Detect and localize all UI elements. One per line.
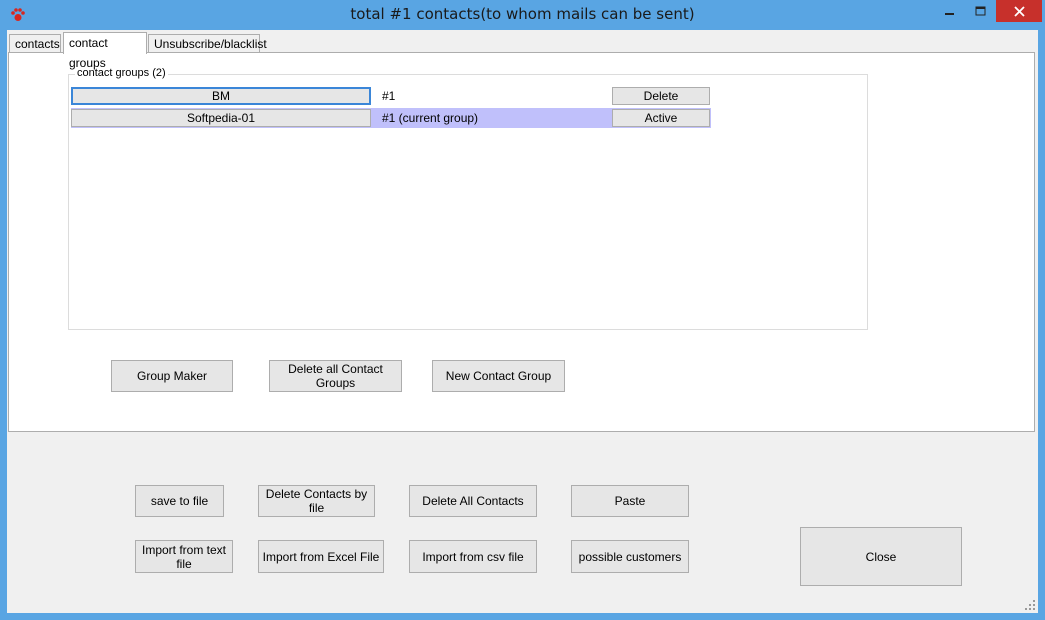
group-row: Softpedia-01 #1 (current group) Active	[71, 108, 711, 128]
contact-groups-panel: contact groups (2) BM #1 Delete Softpedi…	[8, 52, 1035, 432]
save-to-file-button[interactable]: save to file	[135, 485, 224, 517]
import-from-csv-file-button[interactable]: Import from csv file	[409, 540, 537, 573]
resize-grip-icon[interactable]	[1025, 600, 1035, 610]
new-contact-group-button[interactable]: New Contact Group	[432, 360, 565, 392]
title-bar[interactable]: total #1 contacts(to whom mails can be s…	[0, 0, 1045, 30]
minimize-icon	[945, 13, 954, 15]
paste-button[interactable]: Paste	[571, 485, 689, 517]
window-title: total #1 contacts(to whom mails can be s…	[350, 5, 695, 23]
group-active-button[interactable]: Active	[612, 109, 710, 127]
delete-all-contacts-button[interactable]: Delete All Contacts	[409, 485, 537, 517]
maximize-icon	[975, 6, 985, 16]
tab-contact-groups[interactable]: contact groups	[63, 32, 147, 70]
minimize-button[interactable]	[934, 0, 966, 22]
group-count: #1 (current group)	[382, 111, 479, 125]
group-count: #1	[382, 89, 396, 103]
close-icon	[1013, 5, 1025, 17]
delete-contacts-by-file-button[interactable]: Delete Contacts by file	[258, 485, 375, 517]
group-name-button[interactable]: BM	[71, 87, 371, 105]
group-maker-button[interactable]: Group Maker	[111, 360, 233, 392]
import-from-excel-file-button[interactable]: Import from Excel File	[258, 540, 384, 573]
contact-groups-box: contact groups (2) BM #1 Delete Softpedi…	[68, 67, 868, 330]
maximize-button[interactable]	[964, 0, 996, 22]
import-from-text-file-button[interactable]: Import from text file	[135, 540, 233, 573]
tab-unsubscribe-blacklist[interactable]: Unsubscribe/blacklist	[148, 34, 267, 53]
tab-contacts[interactable]: contacts	[9, 34, 61, 53]
group-delete-button[interactable]: Delete	[612, 87, 710, 105]
possible-customers-button[interactable]: possible customers	[571, 540, 689, 573]
group-row: BM #1 Delete	[71, 86, 711, 106]
window-close-button[interactable]	[996, 0, 1042, 22]
close-button[interactable]: Close	[800, 527, 962, 586]
group-name-button[interactable]: Softpedia-01	[71, 109, 371, 127]
delete-all-contact-groups-button[interactable]: Delete all Contact Groups	[269, 360, 402, 392]
app-window: total #1 contacts(to whom mails can be s…	[0, 0, 1045, 620]
client-area: contacts contact groups Unsubscribe/blac…	[7, 30, 1038, 613]
